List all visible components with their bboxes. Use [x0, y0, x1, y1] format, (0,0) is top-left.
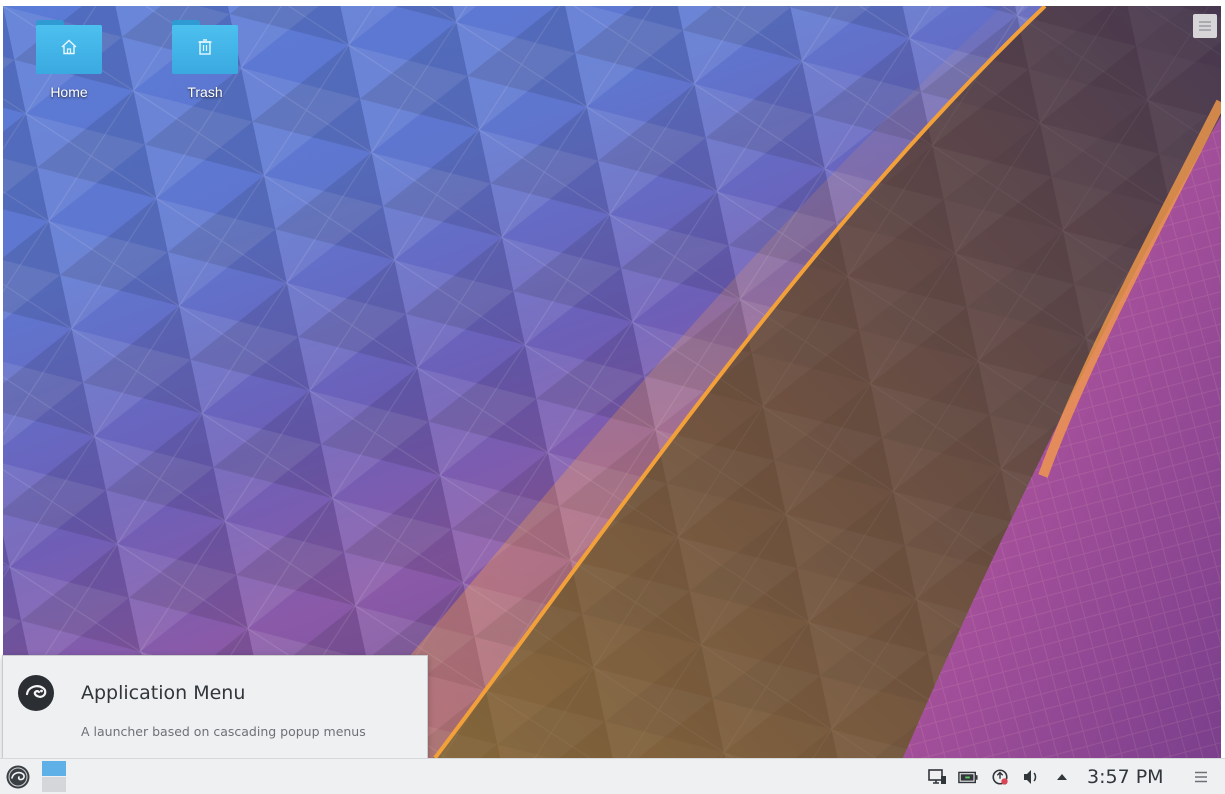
- hamburger-menu-icon: [1199, 21, 1211, 31]
- battery-icon[interactable]: [958, 768, 978, 786]
- tooltip-title: Application Menu: [81, 682, 246, 704]
- application-launcher-button[interactable]: [6, 765, 30, 789]
- desktop-icon-label: Home: [50, 84, 88, 100]
- virtual-desktop-pager[interactable]: [42, 761, 66, 792]
- trash-icon: [198, 39, 212, 55]
- wallpaper-art: [3, 6, 1221, 758]
- panel-options-icon[interactable]: [1192, 768, 1210, 786]
- updates-icon[interactable]: [990, 768, 1010, 786]
- digital-clock[interactable]: 3:57 PM: [1087, 766, 1164, 788]
- virtual-desktop-2[interactable]: [42, 777, 66, 792]
- application-menu-tooltip: Application Menu A launcher based on cas…: [2, 655, 428, 759]
- desktop-icon-home[interactable]: Home: [24, 20, 114, 100]
- display-configuration-icon[interactable]: [927, 768, 947, 786]
- desktop-icon-label: Trash: [187, 84, 223, 100]
- home-icon: [61, 39, 77, 55]
- virtual-desktop-1[interactable]: [42, 761, 66, 776]
- bottom-panel: 3:57 PM: [0, 758, 1225, 794]
- desktop-toolbox-button[interactable]: [1193, 14, 1217, 38]
- desktop-wallpaper[interactable]: Home Trash: [3, 6, 1221, 758]
- opensuse-logo-icon: [18, 675, 54, 711]
- folder-icon: [36, 20, 102, 74]
- folder-icon: [172, 20, 238, 74]
- tooltip-subtitle: A launcher based on cascading popup menu…: [81, 724, 366, 739]
- expand-tray-arrow-icon[interactable]: [1052, 768, 1072, 786]
- volume-icon[interactable]: [1021, 768, 1041, 786]
- desktop-icon-trash[interactable]: Trash: [160, 20, 250, 100]
